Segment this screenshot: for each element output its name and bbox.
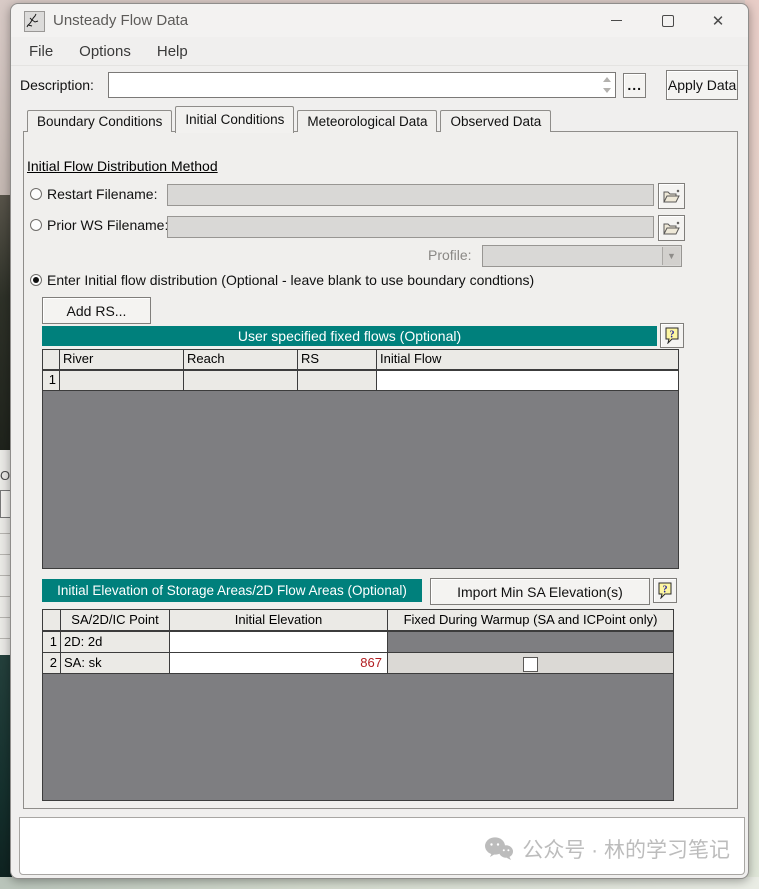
add-rs-button[interactable]: Add RS...	[42, 297, 151, 324]
close-icon: ✕	[712, 12, 725, 30]
desktop: Op Unsteady Flow Data ✕ File Options Hel…	[0, 0, 759, 889]
description-expand-button[interactable]: ...	[623, 73, 646, 98]
description-spinner[interactable]	[600, 74, 614, 96]
restart-radio[interactable]	[30, 188, 42, 200]
col-num	[43, 610, 61, 630]
initial-flow-cell[interactable]	[377, 371, 678, 390]
river-cell[interactable]	[60, 371, 184, 390]
maximize-icon	[662, 15, 674, 27]
restart-filename-field	[167, 184, 654, 206]
initial-conditions-page: Initial Flow Distribution Method Restart…	[23, 131, 738, 809]
svg-text:?: ?	[670, 330, 675, 341]
row-number-cell: 1	[43, 632, 61, 652]
fixed-flows-table: River Reach RS Initial Flow 1	[42, 349, 679, 569]
spinner-up-icon[interactable]	[603, 77, 611, 82]
col-initial-flow: Initial Flow	[377, 350, 678, 369]
enter-flow-radio[interactable]	[30, 274, 42, 286]
menu-help[interactable]: Help	[157, 43, 188, 60]
watermark: 公众号 · 林的学习笔记	[484, 834, 730, 864]
profile-dropdown: ▼	[482, 245, 682, 267]
col-reach: Reach	[184, 350, 298, 369]
profile-label: Profile:	[428, 247, 472, 263]
minimize-icon	[611, 20, 622, 21]
prior-ws-filename-field	[167, 216, 654, 238]
elevation-header: Initial Elevation of Storage Areas/2D Fl…	[42, 579, 422, 602]
row-number-cell: 1	[43, 371, 60, 390]
description-input-wrap	[108, 72, 617, 98]
reach-cell[interactable]	[184, 371, 298, 390]
table-header-row: SA/2D/IC Point Initial Elevation Fixed D…	[43, 610, 673, 632]
tab-initial-conditions[interactable]: Initial Conditions	[175, 106, 294, 133]
point-cell: SA: sk	[61, 653, 170, 673]
elevation-help-button[interactable]: ?	[653, 578, 677, 603]
prior-ws-label: Prior WS Filename:	[47, 217, 168, 233]
menu-options[interactable]: Options	[79, 43, 131, 60]
table-row: 1	[43, 371, 678, 391]
spinner-down-icon[interactable]	[603, 88, 611, 93]
prior-ws-browse-button[interactable]	[658, 215, 685, 241]
unsteady-flow-app-icon	[24, 11, 45, 32]
tab-meteorological-data[interactable]: Meteorological Data	[297, 110, 437, 132]
menu-bar: File Options Help	[11, 37, 748, 66]
prior-ws-radio[interactable]	[30, 219, 42, 231]
table-row: 2 SA: sk 867	[43, 653, 673, 674]
elevation-table: SA/2D/IC Point Initial Elevation Fixed D…	[42, 609, 674, 801]
description-label: Description:	[20, 77, 108, 93]
open-folder-icon	[663, 221, 680, 235]
tab-bar: Boundary Conditions Initial Conditions M…	[27, 105, 554, 132]
fixed-flows-header: User specified fixed flows (Optional)	[42, 326, 657, 346]
restart-label: Restart Filename:	[47, 186, 157, 202]
svg-text:?: ?	[663, 585, 668, 596]
col-river: River	[60, 350, 184, 369]
menu-file[interactable]: File	[29, 43, 53, 60]
chevron-down-icon: ▼	[662, 247, 680, 265]
unsteady-flow-data-window: Unsteady Flow Data ✕ File Options Help D…	[10, 3, 749, 879]
col-fixed-during-warmup: Fixed During Warmup (SA and ICPoint only…	[388, 610, 673, 630]
open-folder-icon	[663, 189, 680, 203]
col-initial-elevation: Initial Elevation	[170, 610, 388, 630]
tab-observed-data[interactable]: Observed Data	[440, 110, 551, 132]
description-input[interactable]	[108, 72, 617, 98]
close-button[interactable]: ✕	[696, 4, 740, 37]
bottom-panel: 公众号 · 林的学习笔记	[19, 817, 745, 875]
help-icon: ?	[664, 327, 680, 344]
description-row: Description: ... Apply Data	[20, 70, 738, 100]
maximize-button[interactable]	[646, 4, 690, 37]
col-rs: RS	[298, 350, 377, 369]
point-cell: 2D: 2d	[61, 632, 170, 652]
table-header-row: River Reach RS Initial Flow	[43, 350, 678, 371]
import-min-sa-elevation-button[interactable]: Import Min SA Elevation(s)	[430, 578, 650, 605]
help-icon: ?	[657, 582, 673, 599]
wechat-icon	[484, 836, 514, 862]
restart-browse-button[interactable]	[658, 183, 685, 209]
apply-data-button[interactable]: Apply Data	[666, 70, 738, 100]
initial-elevation-cell[interactable]: 867	[170, 653, 388, 673]
window-title: Unsteady Flow Data	[53, 12, 188, 29]
enter-flow-label: Enter Initial flow distribution (Optiona…	[47, 272, 534, 288]
title-bar[interactable]: Unsteady Flow Data ✕	[11, 4, 748, 37]
initial-elevation-cell[interactable]	[170, 632, 388, 652]
tab-boundary-conditions[interactable]: Boundary Conditions	[27, 110, 172, 132]
minimize-button[interactable]	[594, 4, 638, 37]
fixed-flows-help-button[interactable]: ?	[660, 323, 684, 348]
section-heading: Initial Flow Distribution Method	[27, 158, 218, 174]
watermark-text: 公众号 · 林的学习笔记	[522, 834, 730, 864]
rs-cell[interactable]	[298, 371, 377, 390]
col-sa-2d-ic-point: SA/2D/IC Point	[61, 610, 170, 630]
table-row: 1 2D: 2d	[43, 632, 673, 653]
warmup-cell	[388, 653, 673, 673]
col-num	[43, 350, 60, 369]
row-number-cell: 2	[43, 653, 61, 673]
fixed-during-warmup-checkbox[interactable]	[523, 657, 538, 672]
warmup-cell-disabled	[388, 632, 673, 652]
